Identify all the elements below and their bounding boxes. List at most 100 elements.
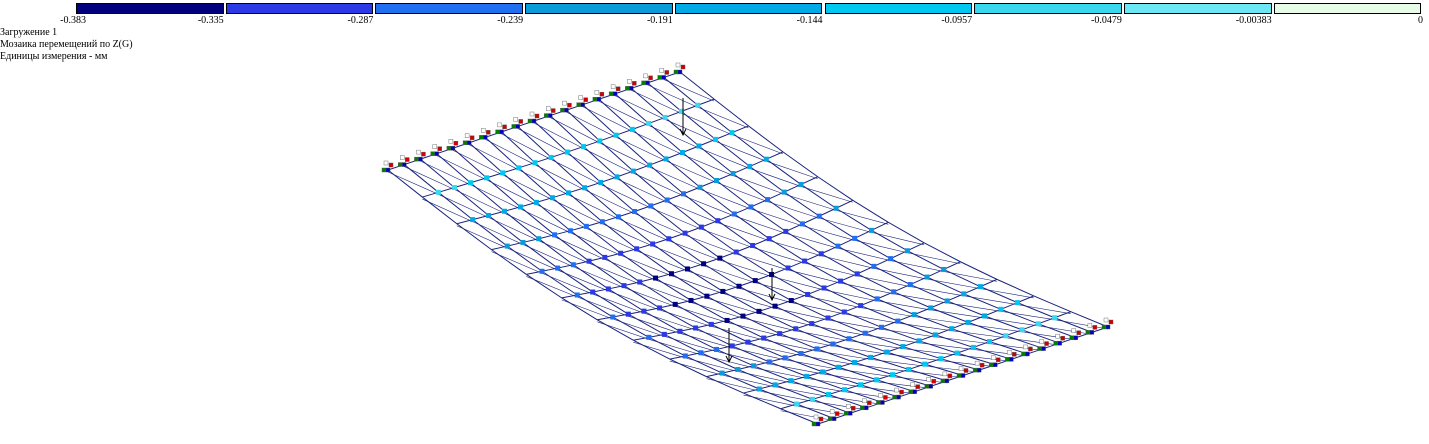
mesh-node[interactable]: [874, 377, 880, 383]
mesh-node[interactable]: [781, 189, 787, 195]
mesh-node[interactable]: [581, 144, 587, 150]
mesh-node[interactable]: [698, 224, 704, 230]
mesh-node[interactable]: [714, 346, 720, 352]
mesh-node[interactable]: [750, 243, 756, 249]
mesh-node[interactable]: [890, 372, 896, 378]
mesh-node[interactable]: [672, 301, 678, 307]
mesh-node[interactable]: [858, 382, 864, 388]
mesh-node[interactable]: [682, 353, 688, 359]
mesh-node[interactable]: [504, 243, 510, 249]
mesh-node[interactable]: [486, 212, 492, 218]
mesh-node[interactable]: [650, 241, 656, 247]
mesh-node[interactable]: [641, 308, 647, 314]
mesh-node[interactable]: [788, 378, 794, 384]
mesh-node[interactable]: [661, 331, 667, 337]
mesh-node[interactable]: [906, 366, 912, 372]
mesh-node[interactable]: [862, 330, 868, 336]
mesh-node[interactable]: [911, 312, 917, 318]
mesh-node[interactable]: [804, 373, 810, 379]
mesh-node[interactable]: [435, 189, 441, 195]
mesh-node[interactable]: [846, 336, 852, 342]
mesh-node[interactable]: [820, 369, 826, 375]
mesh-node[interactable]: [646, 334, 652, 340]
mesh-node[interactable]: [574, 292, 580, 298]
mesh-node[interactable]: [765, 197, 771, 203]
mesh-node[interactable]: [868, 227, 874, 233]
mesh-node[interactable]: [868, 354, 874, 360]
mesh-node[interactable]: [647, 162, 653, 168]
mesh-node[interactable]: [928, 305, 934, 311]
mesh-node[interactable]: [835, 243, 841, 249]
mesh-node[interactable]: [629, 126, 635, 132]
mesh-node[interactable]: [637, 279, 643, 285]
mesh-node[interactable]: [818, 251, 824, 257]
mesh-node[interactable]: [555, 265, 561, 271]
mesh-node[interactable]: [621, 283, 627, 289]
mesh-node[interactable]: [1035, 321, 1041, 327]
mesh-node[interactable]: [821, 285, 827, 291]
mesh-node[interactable]: [697, 184, 703, 190]
mesh-node[interactable]: [954, 350, 960, 356]
mesh-node[interactable]: [1014, 300, 1020, 306]
mesh-node[interactable]: [613, 132, 619, 138]
mesh-node[interactable]: [634, 246, 640, 252]
mesh-node[interactable]: [701, 261, 707, 267]
mesh-node[interactable]: [891, 289, 897, 295]
mesh-node[interactable]: [567, 228, 573, 234]
mesh-node[interactable]: [688, 297, 694, 303]
mesh-node[interactable]: [932, 332, 938, 338]
mesh-node[interactable]: [662, 114, 668, 120]
mesh-node[interactable]: [836, 364, 842, 370]
mesh-node[interactable]: [713, 178, 719, 184]
mesh-node[interactable]: [517, 204, 523, 210]
mesh-node[interactable]: [451, 185, 457, 191]
mesh-node[interactable]: [693, 325, 699, 331]
mesh-node[interactable]: [549, 195, 555, 201]
mesh-node[interactable]: [816, 213, 822, 219]
mesh-node[interactable]: [924, 274, 930, 280]
mesh-node[interactable]: [799, 221, 805, 227]
mesh-node[interactable]: [1003, 333, 1009, 339]
mesh-node[interactable]: [599, 219, 605, 225]
mesh-node[interactable]: [826, 392, 832, 398]
mesh-node[interactable]: [783, 228, 789, 234]
mesh-node[interactable]: [805, 291, 811, 297]
mesh-node[interactable]: [719, 370, 725, 376]
mesh-node[interactable]: [565, 190, 571, 196]
mesh-node[interactable]: [766, 359, 772, 365]
mesh-node[interactable]: [724, 317, 730, 323]
mesh-node[interactable]: [717, 255, 723, 261]
mesh-node[interactable]: [695, 102, 701, 108]
mesh-node[interactable]: [632, 208, 638, 214]
mesh-node[interactable]: [516, 165, 522, 171]
mesh-node[interactable]: [582, 185, 588, 191]
mesh-node[interactable]: [501, 208, 507, 214]
mesh-node[interactable]: [586, 258, 592, 264]
mesh-node[interactable]: [729, 343, 735, 349]
mesh-node[interactable]: [922, 361, 928, 367]
mesh-node[interactable]: [590, 289, 596, 295]
mesh-node[interactable]: [833, 205, 839, 211]
mesh-node[interactable]: [916, 338, 922, 344]
mesh-node[interactable]: [570, 262, 576, 268]
mesh-node[interactable]: [618, 250, 624, 256]
mesh-node[interactable]: [615, 214, 621, 220]
mesh-node[interactable]: [696, 143, 702, 149]
mesh-node[interactable]: [944, 298, 950, 304]
mesh-node[interactable]: [735, 366, 741, 372]
mesh-node[interactable]: [733, 249, 739, 255]
mesh-node[interactable]: [793, 326, 799, 332]
mesh-node[interactable]: [941, 266, 947, 272]
mesh-node[interactable]: [852, 359, 858, 365]
mesh-node[interactable]: [904, 248, 910, 254]
mesh-node[interactable]: [653, 275, 659, 281]
mesh-node[interactable]: [731, 211, 737, 217]
mesh-node[interactable]: [874, 296, 880, 302]
mesh-node[interactable]: [772, 303, 778, 309]
mesh-node[interactable]: [907, 282, 913, 288]
mesh-node[interactable]: [825, 315, 831, 321]
mesh-node[interactable]: [533, 199, 539, 205]
mesh-node[interactable]: [712, 136, 718, 142]
mesh-node[interactable]: [965, 319, 971, 325]
mesh-node[interactable]: [751, 363, 757, 369]
